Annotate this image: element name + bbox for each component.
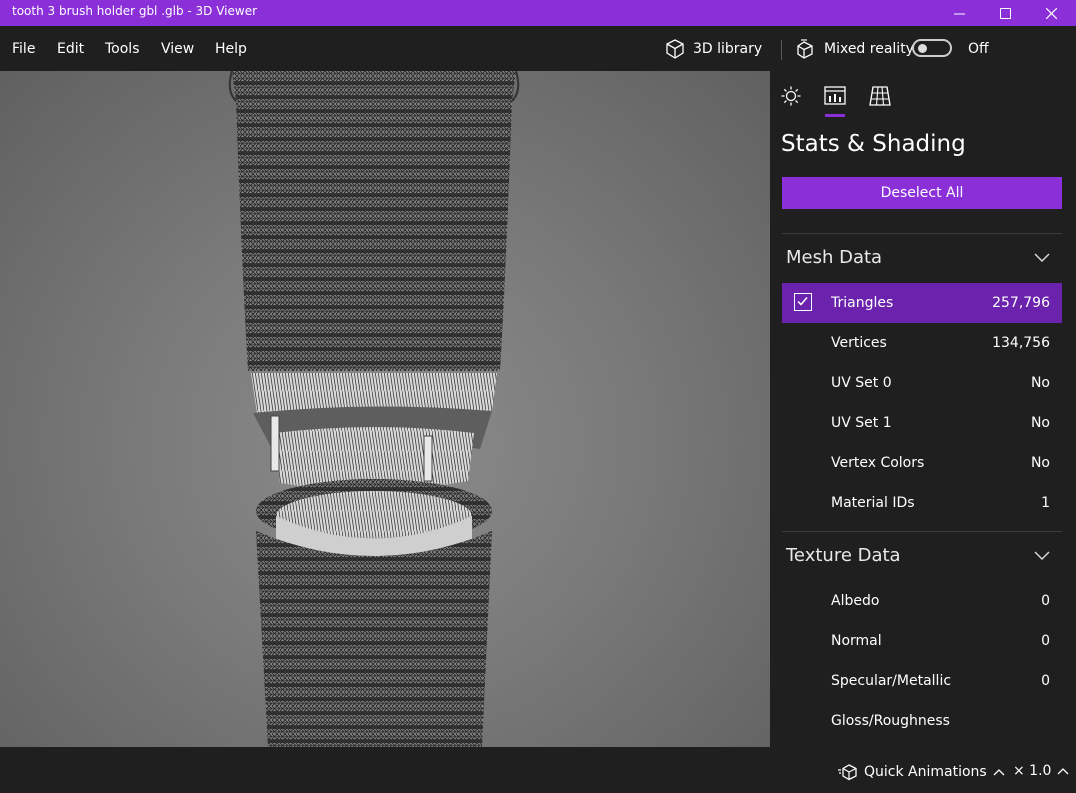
title-bar: tooth 3 brush holder gbl .glb - 3D Viewe… <box>0 0 1076 26</box>
panel-title: Stats & Shading <box>781 131 966 157</box>
row-label: Albedo <box>831 593 880 609</box>
row-label: Triangles <box>831 295 894 311</box>
toggle-state-label: Off <box>968 41 989 57</box>
3d-viewport[interactable] <box>0 71 770 747</box>
mixed-reality-toggle[interactable] <box>912 39 952 57</box>
stats-icon <box>824 86 846 105</box>
menu-bar: File Edit Tools View Help 3D library Mix… <box>0 26 1076 71</box>
bottom-bar: Quick Animations × 1.0 <box>0 747 1076 793</box>
wireframe-model <box>228 71 520 747</box>
menu-separator <box>781 40 782 60</box>
menu-help[interactable]: Help <box>215 41 247 57</box>
checkmark-icon <box>797 297 808 306</box>
tab-stats[interactable] <box>823 85 847 107</box>
row-label: Material IDs <box>831 495 915 511</box>
animation-speed-button[interactable]: × 1.0 <box>1013 763 1069 779</box>
row-value: No <box>1030 455 1050 471</box>
quick-animations-button[interactable]: Quick Animations <box>838 763 1005 781</box>
texture-row-specular-metallic[interactable]: Specular/Metallic 0 <box>782 661 1062 701</box>
minimize-icon <box>953 13 965 14</box>
mesh-row-uv-set-1[interactable]: UV Set 1 No <box>782 403 1062 443</box>
mixed-reality-icon <box>797 39 813 59</box>
close-icon <box>1045 7 1057 19</box>
row-value: 0 <box>1041 673 1050 689</box>
row-value: No <box>1030 375 1050 391</box>
close-button[interactable] <box>1028 0 1074 26</box>
texture-row-gloss-roughness[interactable]: Gloss/Roughness <box>782 701 1062 741</box>
section-divider <box>782 531 1062 532</box>
3d-library-label: 3D library <box>693 41 763 57</box>
chevron-up-icon <box>1057 768 1069 775</box>
row-label: Normal <box>831 633 882 649</box>
grid-icon <box>869 86 891 106</box>
row-value: 0 <box>1041 633 1050 649</box>
chevron-down-icon[interactable] <box>1034 551 1050 561</box>
texture-row-albedo[interactable]: Albedo 0 <box>782 581 1062 621</box>
chevron-up-icon <box>993 769 1005 776</box>
row-label: Vertices <box>831 335 887 351</box>
chevron-down-icon[interactable] <box>1034 253 1050 263</box>
tab-stats-indicator <box>825 114 845 117</box>
texture-data-header[interactable]: Texture Data <box>786 545 901 566</box>
speed-label: × 1.0 <box>1013 763 1052 779</box>
mixed-reality-button[interactable]: Mixed reality <box>796 38 914 60</box>
minimize-button[interactable] <box>936 0 982 26</box>
maximize-icon <box>999 7 1011 19</box>
row-label: Gloss/Roughness <box>831 713 950 729</box>
row-value: 134,756 <box>992 335 1050 351</box>
tab-lighting[interactable] <box>779 85 803 107</box>
row-label: Vertex Colors <box>831 455 925 471</box>
mesh-data-header[interactable]: Mesh Data <box>786 247 882 268</box>
lighting-icon <box>781 86 801 106</box>
mesh-row-vertex-colors[interactable]: Vertex Colors No <box>782 443 1062 483</box>
row-value: 0 <box>1041 593 1050 609</box>
row-label: Specular/Metallic <box>831 673 952 689</box>
menu-tools[interactable]: Tools <box>105 41 140 57</box>
menu-edit[interactable]: Edit <box>57 41 84 57</box>
triangles-checkbox[interactable] <box>794 293 812 311</box>
row-label: UV Set 0 <box>831 375 892 391</box>
cube-icon <box>666 39 684 59</box>
window-title: tooth 3 brush holder gbl .glb - 3D Viewe… <box>12 4 258 18</box>
3d-library-button[interactable]: 3D library <box>665 38 762 60</box>
deselect-all-button[interactable]: Deselect All <box>782 177 1062 209</box>
quick-animations-label: Quick Animations <box>864 764 987 780</box>
row-value: 257,796 <box>992 295 1050 311</box>
toggle-knob <box>918 44 927 53</box>
row-value: 1 <box>1041 495 1050 511</box>
mesh-row-uv-set-0[interactable]: UV Set 0 No <box>782 363 1062 403</box>
maximize-button[interactable] <box>982 0 1028 26</box>
row-label: UV Set 1 <box>831 415 892 431</box>
mesh-row-triangles[interactable]: Triangles 257,796 <box>782 283 1062 323</box>
mixed-reality-label: Mixed reality <box>824 41 914 57</box>
texture-row-normal[interactable]: Normal 0 <box>782 621 1062 661</box>
stats-panel: Stats & Shading Deselect All Mesh Data T… <box>770 71 1076 747</box>
row-value: No <box>1030 415 1050 431</box>
mesh-row-vertices[interactable]: Vertices 134,756 <box>782 323 1062 363</box>
mesh-row-material-ids[interactable]: Material IDs 1 <box>782 483 1062 523</box>
menu-file[interactable]: File <box>12 41 35 57</box>
section-divider <box>782 233 1062 234</box>
tab-grid[interactable] <box>868 85 892 107</box>
animation-icon <box>838 764 857 781</box>
menu-view[interactable]: View <box>161 41 194 57</box>
